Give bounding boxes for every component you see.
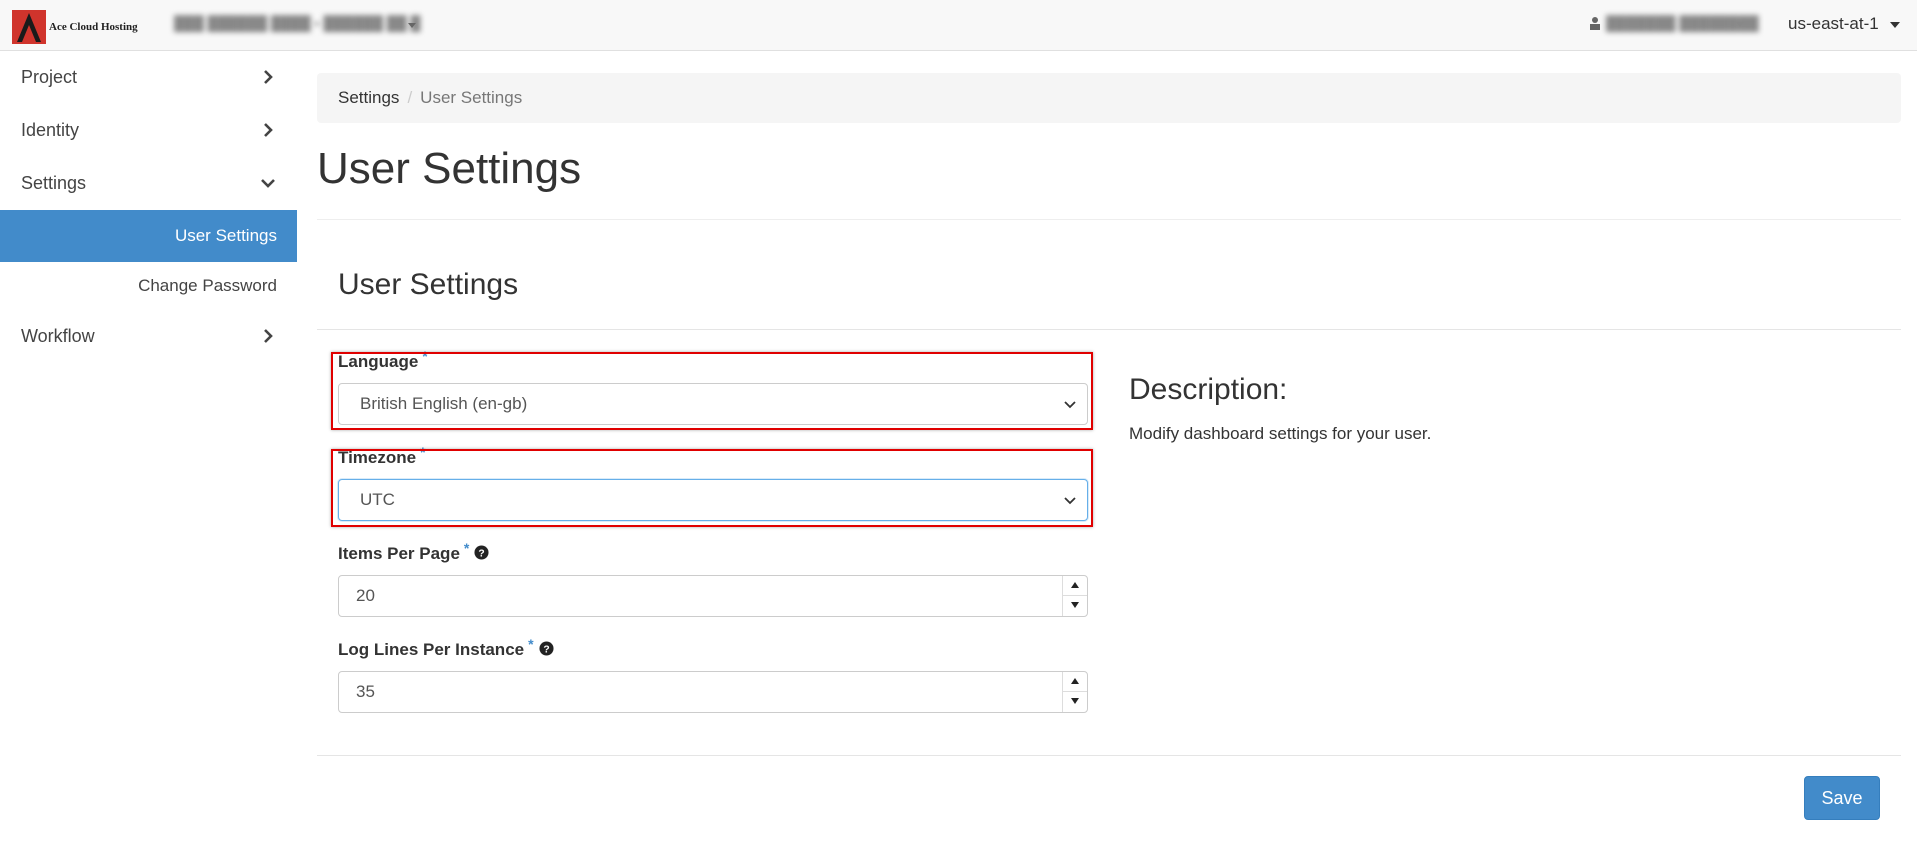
chevron-right-icon xyxy=(264,70,273,84)
spinner-up-button[interactable] xyxy=(1063,576,1087,596)
chevron-down-icon xyxy=(261,179,275,188)
divider xyxy=(317,755,1901,756)
sidebar-item-label: Identity xyxy=(21,120,80,140)
sidebar-item-label: Settings xyxy=(21,173,87,193)
sidebar-item-settings[interactable]: Settings xyxy=(0,157,297,210)
sidebar: Project Identity Settings User Settings … xyxy=(0,51,297,363)
region-selector[interactable]: us-east-at-1 xyxy=(1788,14,1879,34)
arrow-up-icon xyxy=(1071,582,1079,588)
breadcrumb-separator: / xyxy=(407,88,413,107)
section-title: User Settings xyxy=(338,268,519,301)
ace-cloud-logo-icon[interactable] xyxy=(12,10,46,44)
divider xyxy=(317,219,1901,220)
arrow-down-icon xyxy=(1071,698,1079,704)
number-spinner xyxy=(1062,672,1087,712)
svg-text:?: ? xyxy=(479,548,485,559)
arrow-down-icon xyxy=(1071,602,1079,608)
log-lines-input[interactable]: 35 xyxy=(338,671,1088,713)
sidebar-item-project[interactable]: Project xyxy=(0,51,297,104)
breadcrumb-current: User Settings xyxy=(420,88,523,107)
spinner-down-button[interactable] xyxy=(1063,596,1087,616)
arrow-up-icon xyxy=(1071,678,1079,684)
caret-down-icon[interactable] xyxy=(1736,22,1744,27)
spinner-down-button[interactable] xyxy=(1063,692,1087,712)
items-per-page-input[interactable]: 20 xyxy=(338,575,1088,617)
top-navbar: Ace Cloud Hosting ███ ██████ ████ ▪ ████… xyxy=(0,0,1917,51)
description-text: Modify dashboard settings for your user. xyxy=(1129,424,1432,443)
divider xyxy=(317,329,1901,330)
sidebar-subitem-label: Change Password xyxy=(138,276,277,295)
required-marker: * xyxy=(463,540,470,556)
number-spinner xyxy=(1062,576,1087,616)
caret-down-icon[interactable] xyxy=(1890,22,1900,28)
required-marker: * xyxy=(528,636,534,652)
user-icon xyxy=(1590,17,1600,30)
language-highlight-box xyxy=(331,352,1093,430)
question-circle-icon[interactable]: ? xyxy=(474,545,489,560)
sidebar-item-label: Project xyxy=(21,67,78,87)
timezone-highlight-box xyxy=(331,449,1093,527)
items-per-page-value: 20 xyxy=(356,586,375,605)
sidebar-subitem-user-settings[interactable]: User Settings xyxy=(0,210,297,262)
project-selector[interactable]: ███ ██████ ████ ▪ ██████ ██ █ xyxy=(174,15,421,31)
sidebar-item-identity[interactable]: Identity xyxy=(0,104,297,157)
sidebar-item-label: Workflow xyxy=(21,326,95,346)
sidebar-subitem-label: User Settings xyxy=(174,226,277,245)
breadcrumb-settings-link[interactable]: Settings xyxy=(338,88,399,107)
log-lines-value: 35 xyxy=(356,682,375,701)
save-button[interactable]: Save xyxy=(1804,776,1880,820)
chevron-right-icon xyxy=(264,123,273,137)
log-lines-label: Log Lines Per Instance *? xyxy=(338,636,554,660)
sidebar-subitem-change-password[interactable]: Change Password xyxy=(0,262,297,310)
sidebar-item-workflow[interactable]: Workflow xyxy=(0,310,297,363)
question-circle-icon[interactable]: ? xyxy=(539,641,554,656)
svg-text:?: ? xyxy=(543,644,549,655)
description-title: Description: xyxy=(1129,373,1288,406)
log-lines-label-text: Log Lines Per Instance xyxy=(338,640,525,659)
breadcrumb: Settings / User Settings xyxy=(317,73,1901,123)
chevron-right-icon xyxy=(264,329,273,343)
page-title: User Settings xyxy=(317,144,582,193)
brand-name[interactable]: Ace Cloud Hosting xyxy=(49,21,138,33)
items-per-page-label: Items Per Page *? xyxy=(338,540,489,564)
items-per-page-label-text: Items Per Page xyxy=(338,544,460,563)
spinner-up-button[interactable] xyxy=(1063,672,1087,692)
caret-down-icon[interactable] xyxy=(408,23,416,28)
